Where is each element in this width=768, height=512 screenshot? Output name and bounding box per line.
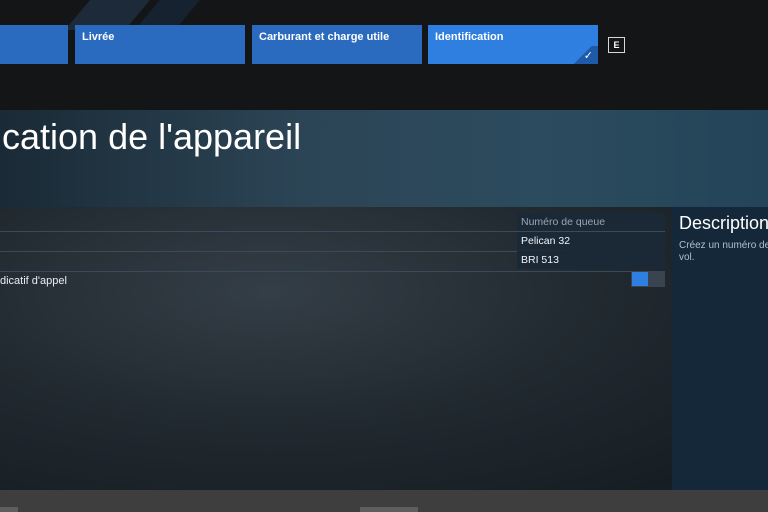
bottom-button[interactable]: [360, 507, 418, 512]
callsign-label: dicatif d'appel: [0, 275, 67, 287]
callsign-toggle[interactable]: [631, 271, 665, 287]
description-title: Description: [679, 213, 768, 233]
tab-livery[interactable]: Livrée: [75, 25, 245, 64]
flight-number-input[interactable]: BRI 513: [517, 251, 665, 269]
tail-number-input[interactable]: Numéro de queue: [517, 213, 665, 231]
toggle-knob: [632, 272, 648, 286]
bottom-bar: [0, 490, 768, 512]
tab-identification[interactable]: Identification ✓: [428, 25, 598, 64]
aircraft-name-input[interactable]: Pelican 32: [517, 232, 665, 250]
tab-identification-label: Identification: [435, 31, 504, 43]
keyboard-hint-e[interactable]: E: [608, 37, 625, 53]
page-title: ication de l'appareil: [0, 116, 302, 157]
tab-previous[interactable]: [0, 25, 68, 64]
settings-row-callsign[interactable]: dicatif d'appel: [0, 272, 665, 291]
checkmark-icon: ✓: [583, 50, 593, 62]
bottom-button[interactable]: [0, 507, 18, 512]
tab-fuel-payload[interactable]: Carburant et charge utile: [252, 25, 422, 64]
selected-indicator: ✓: [568, 46, 598, 64]
description-text: Créez un numéro de vol.: [679, 240, 768, 263]
